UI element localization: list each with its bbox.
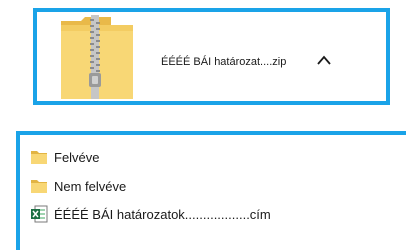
list-item-label: ÉÉÉÉ BÁI határozatok..................cí… xyxy=(54,206,271,222)
download-file-name: ÉÉÉÉ BÁI határozat....zip xyxy=(161,56,287,68)
download-item[interactable]: ÉÉÉÉ BÁI határozat....zip xyxy=(33,8,390,105)
file-list: Felvéve Nem felvéve ÉÉÉÉ BÁI határozatok… xyxy=(16,131,406,250)
folder-icon xyxy=(31,151,47,164)
list-item[interactable]: Nem felvéve xyxy=(30,176,126,196)
expand-toggle-button[interactable] xyxy=(313,50,335,70)
list-item[interactable]: Felvéve xyxy=(30,147,100,167)
chevron-up-icon xyxy=(317,55,331,65)
list-item-label: Felvéve xyxy=(54,149,100,165)
list-item[interactable]: ÉÉÉÉ BÁI határozatok..................cí… xyxy=(30,204,271,224)
zip-folder-icon xyxy=(59,15,135,101)
folder-icon xyxy=(31,180,47,193)
list-item-label: Nem felvéve xyxy=(54,178,127,194)
excel-file-icon xyxy=(31,205,48,223)
